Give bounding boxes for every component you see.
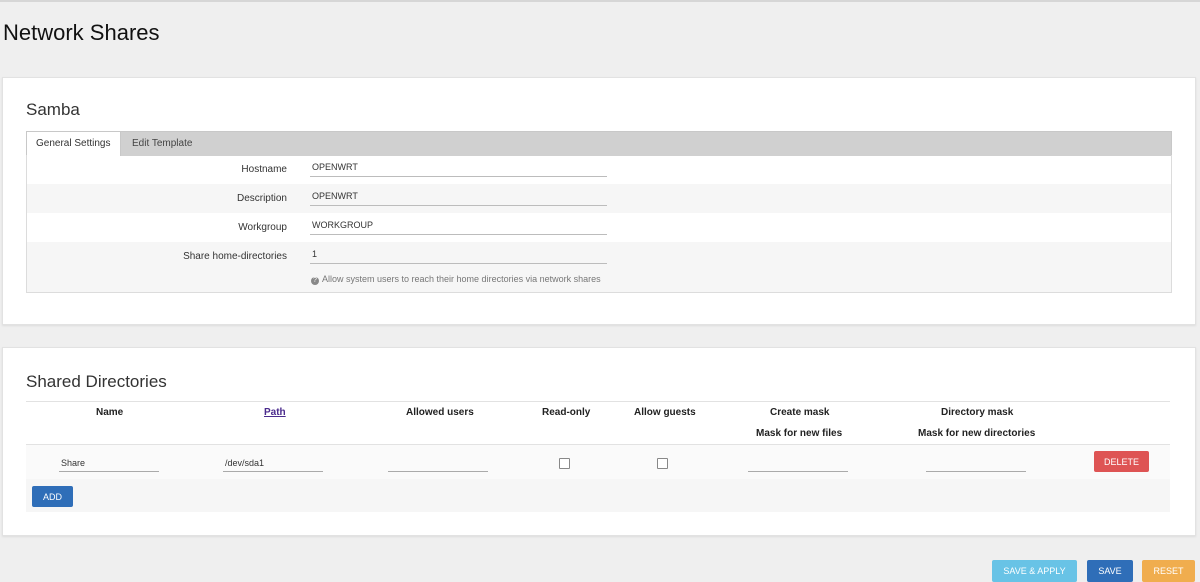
shared-directories-section: Shared Directories Name Path Allowed use…: [2, 347, 1196, 536]
hostname-label: Hostname: [241, 164, 287, 175]
samba-section: Samba General Settings Edit Template Hos…: [2, 77, 1196, 325]
column-create-mask-subtitle: Mask for new files: [756, 428, 843, 439]
shared-directories-title: Shared Directories: [26, 372, 167, 391]
page-title: Network Shares: [3, 20, 160, 45]
tab-general-settings[interactable]: General Settings: [27, 132, 121, 156]
hostname-row: Hostname: [27, 155, 1171, 184]
share-home-help-text: Allow system users to reach their home d…: [322, 274, 601, 284]
table-row: DELETE: [26, 445, 1170, 480]
allow-guests-checkbox[interactable]: [657, 458, 668, 469]
create-mask-input[interactable]: [748, 455, 848, 472]
column-directory-mask-subtitle: Mask for new directories: [918, 428, 1036, 439]
delete-button[interactable]: DELETE: [1094, 451, 1149, 472]
general-settings-panel: Hostname Description Workgroup Share hom…: [26, 155, 1172, 293]
column-allow-guests: Allow guests: [634, 407, 696, 418]
allowed-users-input[interactable]: [388, 455, 488, 472]
add-row: ADD: [26, 479, 1170, 512]
column-read-only: Read-only: [542, 407, 591, 418]
column-directory-mask: Directory mask: [941, 407, 1014, 418]
settings-tabs: General Settings Edit Template: [26, 131, 1172, 156]
column-create-mask: Create mask: [770, 407, 830, 418]
share-home-help: ? Allow system users to reach their home …: [311, 274, 601, 285]
directory-mask-input[interactable]: [926, 455, 1026, 472]
save-apply-button[interactable]: SAVE & APPLY: [992, 560, 1077, 582]
add-button[interactable]: ADD: [32, 486, 73, 507]
column-allowed-users: Allowed users: [406, 407, 474, 418]
shared-directories-table: Name Path Allowed users Read-only Allow …: [26, 401, 1170, 512]
read-only-checkbox[interactable]: [559, 458, 570, 469]
description-label: Description: [236, 193, 287, 204]
description-row: Description: [27, 184, 1171, 213]
reset-button[interactable]: RESET: [1142, 560, 1195, 582]
column-path[interactable]: Path: [264, 407, 286, 418]
tab-edit-template[interactable]: Edit Template: [123, 132, 201, 156]
samba-section-title: Samba: [26, 100, 80, 119]
share-name-input[interactable]: [59, 455, 159, 472]
share-home-label: Share home-directories: [183, 251, 287, 262]
share-path-input[interactable]: [223, 455, 323, 472]
workgroup-label: Workgroup: [238, 222, 287, 233]
description-input[interactable]: [310, 187, 607, 206]
save-button[interactable]: SAVE: [1087, 560, 1133, 582]
share-home-input[interactable]: [310, 245, 607, 264]
top-border: [0, 0, 1200, 2]
hostname-input[interactable]: [310, 158, 607, 177]
workgroup-row: Workgroup: [27, 213, 1171, 242]
question-circle-icon: ?: [311, 277, 319, 285]
workgroup-input[interactable]: [310, 216, 607, 235]
column-name: Name: [96, 407, 124, 418]
